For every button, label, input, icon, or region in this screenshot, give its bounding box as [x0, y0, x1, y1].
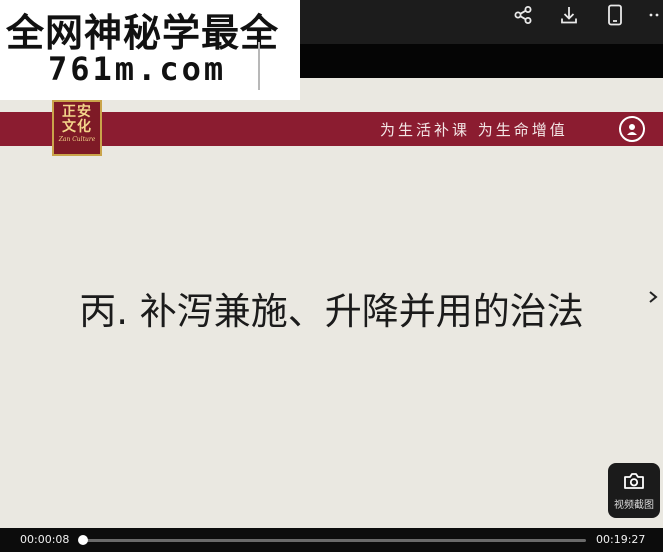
phone-icon: [608, 4, 622, 26]
more-icon: [649, 13, 659, 17]
logo-line2: 文化: [62, 119, 92, 135]
brand-logo: 正安 文化 Zan Culture: [52, 100, 102, 156]
top-toolbar: [493, 0, 663, 30]
share-icon: [514, 6, 532, 24]
slide-slogan: 为生活补课 为生命增值: [380, 121, 568, 139]
video-frame[interactable]: 正安 文化 Zan Culture 为生活补课 为生命增值 丙. 补泻兼施、升降…: [0, 78, 663, 528]
next-slide-button[interactable]: [646, 286, 660, 308]
progress-handle[interactable]: [78, 535, 89, 545]
logo-line1: 正安: [62, 104, 92, 120]
screenshot-button[interactable]: 视频截图: [608, 463, 660, 518]
download-button[interactable]: [553, 0, 585, 30]
camera-icon: [624, 473, 644, 489]
watermark: 全网神秘学最全 761m.com: [0, 0, 300, 100]
duration: 00:19:27: [596, 533, 646, 546]
user-icon: [619, 116, 645, 142]
logo-subtitle: Zan Culture: [58, 136, 96, 143]
slide-title: 丙. 补泻兼施、升降并用的治法: [79, 290, 584, 333]
phone-button[interactable]: [599, 0, 631, 30]
download-icon: [561, 7, 577, 24]
progress-bar[interactable]: [78, 535, 586, 545]
more-button[interactable]: [645, 0, 663, 30]
screenshot-label: 视频截图: [614, 500, 654, 511]
watermark-title: 全网神秘学最全: [6, 11, 280, 55]
player-controls: 00:00:08 00:19:27: [0, 528, 663, 552]
share-button[interactable]: [507, 0, 539, 30]
watermark-url: 761m.com: [48, 50, 227, 88]
watermark-divider: [258, 42, 260, 90]
current-time: 00:00:08: [20, 533, 70, 546]
chevron-right-icon: [649, 291, 658, 303]
